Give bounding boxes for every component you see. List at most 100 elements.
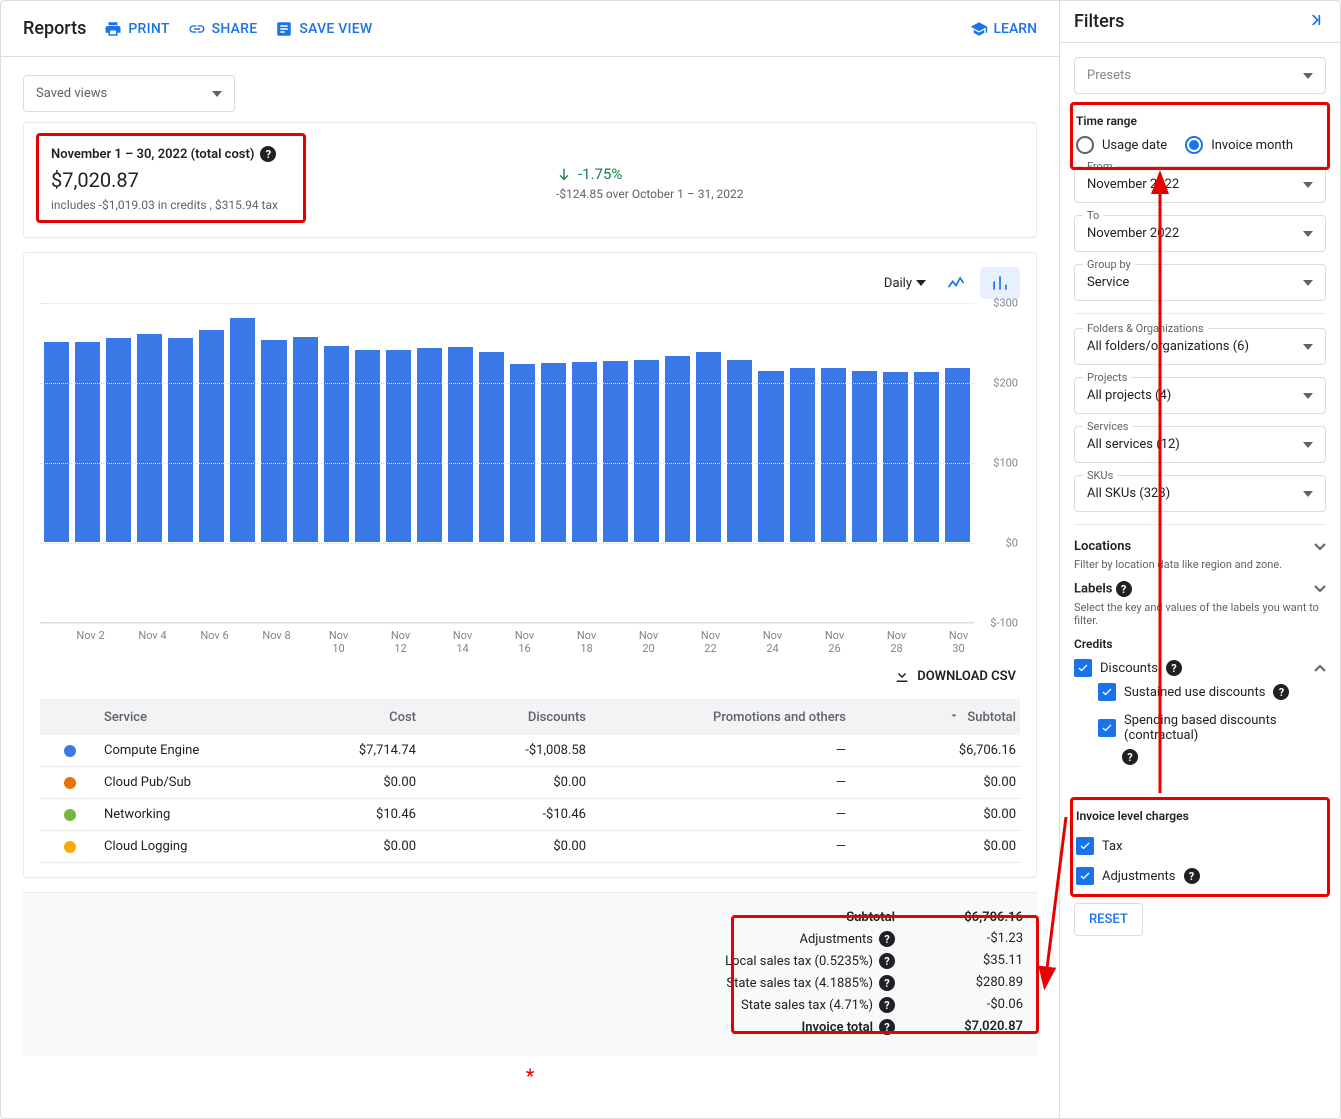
bar[interactable] <box>945 368 970 542</box>
line-chart-button[interactable] <box>936 267 976 299</box>
x-tick: Nov 20 <box>633 629 664 655</box>
bar-chart-button[interactable] <box>980 267 1020 299</box>
bar[interactable] <box>293 337 318 542</box>
help-icon[interactable]: ? <box>1116 581 1132 597</box>
state-tax2-value: -$0.06 <box>903 997 1023 1013</box>
bar[interactable] <box>75 342 100 542</box>
caret-down-icon <box>1303 344 1313 350</box>
to-select[interactable]: To November 2022 <box>1074 215 1326 252</box>
groupby-select[interactable]: Group by Service <box>1074 264 1326 301</box>
cell-promo: — <box>590 807 850 822</box>
bar[interactable] <box>199 330 224 542</box>
help-icon[interactable]: ? <box>1273 684 1289 700</box>
folders-select[interactable]: Folders & Organizations All folders/orga… <box>1074 328 1326 365</box>
bar[interactable] <box>572 362 597 542</box>
table-row[interactable]: Compute Engine $7,714.74 -$1,008.58 — $6… <box>40 735 1020 767</box>
bar[interactable] <box>448 347 473 542</box>
help-icon[interactable]: ? <box>879 975 895 991</box>
bar[interactable] <box>603 361 628 542</box>
bar[interactable] <box>386 350 411 542</box>
tax-checkbox-row[interactable]: Tax <box>1076 831 1324 861</box>
cell-service: Cloud Pub/Sub <box>100 775 280 790</box>
services-select[interactable]: Services All services (12) <box>1074 426 1326 463</box>
download-csv-button[interactable]: DOWNLOAD CSV <box>893 667 1016 685</box>
print-button[interactable]: PRINT <box>104 20 169 38</box>
bar[interactable] <box>914 372 939 542</box>
th-cost[interactable]: Cost <box>280 710 420 725</box>
help-icon[interactable]: ? <box>879 931 895 947</box>
bar[interactable] <box>168 338 193 542</box>
table-row[interactable]: Cloud Logging $0.00 $0.00 — $0.00 <box>40 831 1020 863</box>
bar[interactable] <box>137 334 162 542</box>
sustained-use-checkbox[interactable] <box>1098 683 1116 701</box>
bar[interactable] <box>696 352 721 542</box>
help-icon[interactable]: ? <box>1184 868 1200 884</box>
bar[interactable] <box>417 348 442 542</box>
labels-expander[interactable]: Labels ? <box>1074 581 1326 597</box>
table-row[interactable]: Networking $10.46 -$10.46 — $0.00 <box>40 799 1020 831</box>
x-tick: Nov 8 <box>261 629 292 655</box>
share-label: SHARE <box>212 21 258 37</box>
bar[interactable] <box>665 356 690 542</box>
tax-checkbox[interactable] <box>1076 837 1094 855</box>
sustained-use-checkbox-row[interactable]: Sustained use discounts ? <box>1098 677 1326 707</box>
locations-expander[interactable]: Locations <box>1074 539 1326 554</box>
bar[interactable] <box>479 352 504 542</box>
discounts-checkbox[interactable] <box>1074 659 1092 677</box>
spending-based-checkbox[interactable] <box>1098 719 1116 737</box>
bar[interactable] <box>510 364 535 542</box>
granularity-select[interactable]: Daily <box>884 276 926 291</box>
help-icon[interactable]: ? <box>879 1019 895 1035</box>
adjustments-checkbox[interactable] <box>1076 867 1094 885</box>
saved-views-select[interactable]: Saved views <box>23 75 235 112</box>
usage-date-radio[interactable]: Usage date <box>1076 136 1167 154</box>
th-service[interactable]: Service <box>100 710 280 725</box>
th-discounts[interactable]: Discounts <box>420 710 590 725</box>
bar[interactable] <box>821 368 846 542</box>
bar[interactable] <box>261 340 286 542</box>
learn-button[interactable]: LEARN <box>970 20 1038 38</box>
granularity-label: Daily <box>884 276 912 291</box>
help-icon[interactable]: ? <box>1122 749 1138 765</box>
bar[interactable] <box>324 346 349 542</box>
to-value: November 2022 <box>1087 226 1179 241</box>
save-view-button[interactable]: SAVE VIEW <box>275 20 372 38</box>
summary-amount: $7,020.87 <box>51 168 291 192</box>
discounts-expander[interactable]: Discounts ? <box>1074 659 1326 677</box>
bar[interactable] <box>230 318 255 542</box>
cell-subtotal: $6,706.16 <box>850 743 1020 758</box>
collapse-panel-button[interactable] <box>1306 10 1326 34</box>
projects-select[interactable]: Projects All projects (4) <box>1074 377 1326 414</box>
caret-down-icon <box>1303 231 1313 237</box>
table-row[interactable]: Cloud Pub/Sub $0.00 $0.00 — $0.00 <box>40 767 1020 799</box>
share-button[interactable]: SHARE <box>188 20 258 38</box>
help-icon[interactable]: ? <box>879 997 895 1013</box>
bar[interactable] <box>541 363 566 542</box>
th-promo[interactable]: Promotions and others <box>590 710 850 725</box>
bar[interactable] <box>883 372 908 542</box>
bar[interactable] <box>790 368 815 542</box>
table-header: Service Cost Discounts Promotions and ot… <box>40 699 1020 735</box>
bar[interactable] <box>44 342 69 542</box>
cell-subtotal: $0.00 <box>850 839 1020 854</box>
caret-down-icon <box>1303 491 1313 497</box>
delta-line: -$124.85 over October 1 – 31, 2022 <box>556 187 744 201</box>
bar[interactable] <box>355 350 380 542</box>
bar[interactable] <box>852 371 877 542</box>
bar[interactable] <box>758 371 783 542</box>
help-icon[interactable]: ? <box>260 146 276 162</box>
bar[interactable] <box>727 360 752 542</box>
presets-select[interactable]: Presets <box>1074 57 1326 94</box>
bar[interactable] <box>634 360 659 542</box>
cell-promo: — <box>590 775 850 790</box>
bar[interactable] <box>106 338 131 542</box>
adjustments-checkbox-row[interactable]: Adjustments ? <box>1076 861 1324 891</box>
help-icon[interactable]: ? <box>1166 660 1182 676</box>
spending-based-checkbox-row[interactable]: Spending based discounts (contractual) <box>1098 707 1326 749</box>
from-select[interactable]: From November 2022 <box>1074 166 1326 203</box>
th-subtotal[interactable]: Subtotal <box>850 709 1020 725</box>
invoice-month-radio[interactable]: Invoice month <box>1185 136 1293 154</box>
help-icon[interactable]: ? <box>879 953 895 969</box>
reset-button[interactable]: RESET <box>1074 903 1143 936</box>
skus-select[interactable]: SKUs All SKUs (323) <box>1074 475 1326 512</box>
